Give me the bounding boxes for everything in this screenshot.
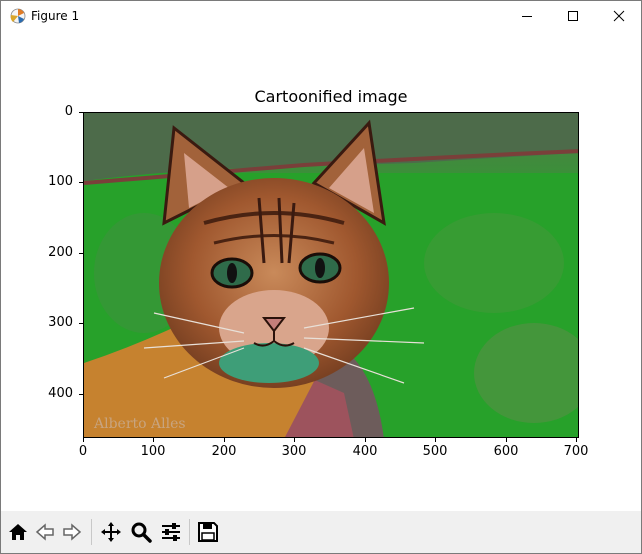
navigation-toolbar [1, 511, 641, 553]
x-tick-label: 400 [352, 444, 378, 459]
x-tick-mark [83, 438, 84, 442]
x-tick-mark [224, 438, 225, 442]
back-arrow-icon [35, 523, 54, 541]
x-tick-label: 700 [563, 444, 589, 459]
y-tick-label: 400 [48, 386, 73, 401]
maximize-icon [568, 11, 578, 21]
close-icon [613, 10, 625, 22]
configure-subplots-icon [162, 523, 180, 541]
back-button[interactable] [33, 520, 57, 544]
image-axes[interactable]: Alberto Alles [83, 112, 579, 438]
x-tick-label: 500 [422, 444, 448, 459]
x-tick-mark [294, 438, 295, 442]
figure-window: Figure 1 Cartoonified image Alberto Alle… [0, 0, 642, 554]
window-title: Figure 1 [31, 9, 80, 23]
plot-title: Cartoonified image [254, 87, 408, 106]
y-tick-mark [79, 394, 83, 395]
x-tick-mark [576, 438, 577, 442]
y-tick-label: 200 [48, 245, 73, 260]
zoom-button[interactable] [129, 520, 153, 544]
pan-button[interactable] [99, 520, 123, 544]
configure-subplots-button[interactable] [159, 520, 183, 544]
toolbar-separator [91, 519, 92, 545]
y-tick-mark [79, 112, 83, 113]
cartoon-cat-image: Alberto Alles [84, 113, 578, 437]
x-tick-mark [365, 438, 366, 442]
forward-button[interactable] [60, 520, 84, 544]
home-button[interactable] [6, 520, 30, 544]
save-button[interactable] [196, 520, 220, 544]
y-tick-label: 0 [64, 104, 73, 119]
x-tick-label: 100 [140, 444, 166, 459]
minimize-icon [522, 16, 532, 17]
y-tick-label: 300 [48, 315, 73, 330]
minimize-button[interactable] [504, 1, 550, 31]
image-watermark: Alberto Alles [93, 416, 186, 432]
x-tick-mark [506, 438, 507, 442]
x-tick-label: 300 [281, 444, 307, 459]
x-tick-label: 600 [493, 444, 519, 459]
x-tick-label: 200 [211, 444, 237, 459]
y-tick-mark [79, 323, 83, 324]
y-tick-label: 100 [48, 174, 73, 189]
y-tick-mark [79, 182, 83, 183]
toolbar-separator [189, 519, 190, 545]
pan-icon [101, 522, 121, 542]
zoom-icon [131, 522, 152, 543]
x-tick-mark [435, 438, 436, 442]
y-tick-mark [79, 253, 83, 254]
x-tick-label: 0 [78, 444, 88, 459]
forward-arrow-icon [63, 523, 82, 541]
title-bar: Figure 1 [1, 1, 641, 31]
save-icon [198, 522, 218, 542]
home-icon [9, 524, 27, 540]
close-button[interactable] [596, 1, 641, 31]
matplotlib-app-icon [10, 8, 26, 24]
maximize-button[interactable] [550, 1, 596, 31]
x-tick-mark [153, 438, 154, 442]
figure-canvas[interactable]: Cartoonified image Alberto Alles 0 100 2… [1, 31, 641, 511]
